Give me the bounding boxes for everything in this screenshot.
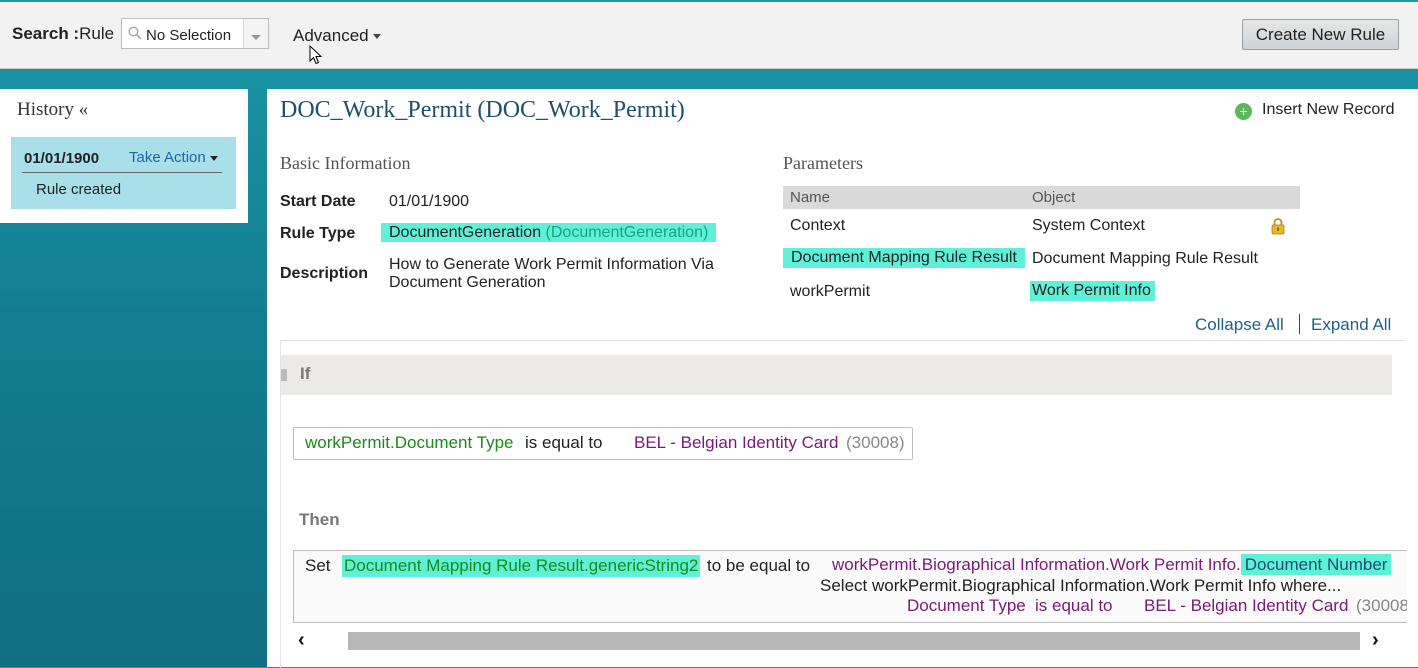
collapse-all-link[interactable]: Collapse All [1195,315,1284,335]
action-source-path: workPermit.Biographical Information.Work… [832,555,1241,574]
advanced-label: Advanced [293,26,369,45]
lock-icon [1271,218,1285,235]
condition-operator[interactable]: is equal to [525,433,603,453]
param-name: workPermit [790,283,871,300]
param-object: Document Mapping Rule Result [1032,250,1258,267]
table-row: Document Mapping Rule Result Document Ma… [783,242,1300,275]
divider [1299,314,1300,334]
take-action-button[interactable]: Take Action [129,149,218,166]
if-section-header: If [281,355,1392,395]
scroll-left-icon[interactable]: ‹ [298,629,305,652]
action-expression[interactable]: Set Document Mapping Rule Result.generic… [293,550,1407,623]
take-action-label: Take Action [129,149,206,166]
chevron-down-icon [209,155,218,161]
param-name: Context [790,217,846,234]
param-object: System Context [1032,217,1145,234]
advanced-menu-button[interactable]: Advanced [293,26,381,46]
create-new-rule-button[interactable]: Create New Rule [1242,19,1399,50]
parameters-heading: Parameters [783,153,863,173]
rule-type-code: (DocumentGeneration) [545,224,709,241]
column-header-object: Object [1032,189,1076,206]
plus-icon: + [1235,103,1252,120]
divider [22,172,222,173]
start-date-label: Start Date [280,193,356,210]
then-label: Then [299,510,340,529]
insert-record-label: Insert New Record [1262,101,1395,118]
horizontal-scrollbar[interactable]: ‹ › [298,629,1394,653]
search-dropdown-button[interactable] [243,19,268,48]
rule-type-label: Rule Type [280,225,356,242]
page-title: DOC_Work_Permit (DOC_Work_Permit) [280,97,685,123]
param-name: Document Mapping Rule Result [783,248,1025,268]
expand-all-link[interactable]: Expand All [1311,315,1391,335]
where-value[interactable]: BEL - Belgian Identity Card [1144,596,1348,616]
table-row: Context System Context [783,209,1300,242]
where-operator[interactable]: is equal to [1035,596,1113,616]
search-toolbar: Search :Rule No Selection Advanced Creat… [0,0,1418,69]
search-input[interactable]: No Selection [121,18,269,49]
action-operator[interactable]: to be equal to [707,556,810,576]
search-label: Search :Rule [12,24,114,44]
rule-type-name: DocumentGeneration [389,224,542,241]
chevron-down-icon [372,34,381,40]
search-type: Rule [79,24,115,43]
scroll-right-icon[interactable]: › [1372,629,1379,652]
action-target[interactable]: Document Mapping Rule Result.genericStri… [342,555,701,577]
history-message: Rule created [36,181,122,198]
history-panel: History « 01/01/1900 Take Action Rule cr… [0,89,248,223]
description-label: Description [280,265,369,282]
where-field[interactable]: Document Type [907,596,1026,616]
search-label-text: Search : [12,24,80,43]
history-title[interactable]: History « [17,99,88,121]
action-source[interactable]: workPermit.Biographical Information.Work… [832,554,1392,575]
insert-new-record-button[interactable]: + Insert New Record [1235,101,1395,120]
description-value: How to Generate Work Permit Information … [389,256,714,291]
start-date-value: 01/01/1900 [389,193,470,210]
search-value: No Selection [146,27,232,44]
condition-value[interactable]: BEL - Belgian Identity Card [634,433,838,453]
rule-detail-panel: DOC_Work_Permit (DOC_Work_Permit) + Inser… [267,89,1418,668]
table-header: Name Object [783,186,1300,209]
search-icon [128,26,142,40]
action-source-field: Document Number [1240,554,1392,575]
history-date: 01/01/1900 [24,150,100,167]
rule-body: If workPermit.Document Type is equal to … [280,340,1407,668]
param-object: Work Permit Info [1030,281,1155,301]
condition-code: (30008) [846,433,905,452]
scrollbar-thumb[interactable] [348,632,1360,650]
if-label: If [300,364,311,383]
rule-type-value: DocumentGeneration (DocumentGeneration) [381,223,717,242]
parameters-table: Name Object Context System Context Docum… [783,186,1300,308]
action-verb: Set [305,556,331,575]
collapse-toggle-icon[interactable] [281,369,287,381]
select-clause: Select workPermit.Biographical Informati… [820,576,1342,595]
basic-information-heading: Basic Information [280,153,411,173]
table-row: workPermit Work Permit Info [783,275,1300,308]
where-code: (30008 [1356,596,1407,615]
condition-expression[interactable]: workPermit.Document Type is equal to BEL… [293,427,913,460]
mouse-cursor-icon [309,45,323,65]
condition-field[interactable]: workPermit.Document Type [305,433,513,453]
history-entry: 01/01/1900 Take Action Rule created [11,137,236,209]
column-header-name: Name [790,189,831,206]
